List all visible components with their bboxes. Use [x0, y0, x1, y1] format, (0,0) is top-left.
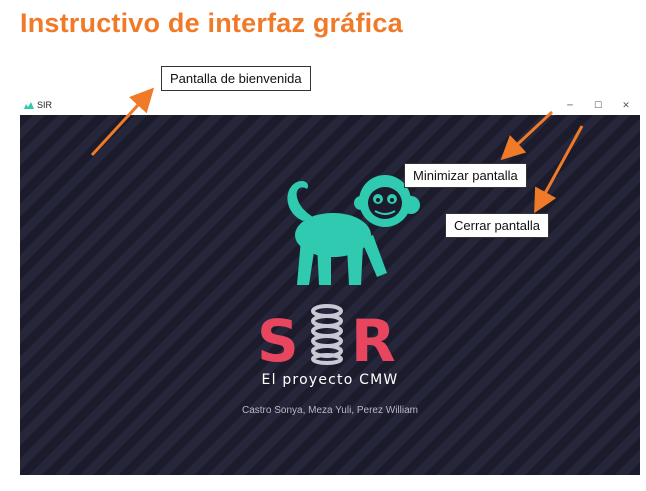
window-titlebar[interactable]: SIR ─ ☐ ✕ — [20, 98, 640, 115]
callout-minimize: Minimizar pantalla — [404, 163, 527, 188]
app-subtitle: El proyecto CMW — [261, 372, 399, 388]
close-button[interactable]: ✕ — [612, 98, 640, 115]
callout-close: Cerrar pantalla — [445, 213, 549, 238]
spring-icon — [311, 304, 343, 365]
svg-text:S: S — [257, 307, 299, 365]
svg-text:R: R — [351, 307, 396, 365]
window-title: SIR — [37, 100, 53, 110]
splash-screen: S R El proyecto CMW Castro Sonya, Meza Y… — [20, 115, 640, 475]
page-title: Instructivo de interfaz gráfica — [20, 8, 403, 38]
app-icon — [24, 102, 34, 109]
sir-logo: S R — [257, 304, 396, 365]
maximize-button[interactable]: ☐ — [584, 98, 612, 115]
app-window: SIR ─ ☐ ✕ S R El proyecto CMW Castro Son… — [20, 98, 640, 475]
callout-welcome: Pantalla de bienvenida — [161, 66, 311, 91]
minimize-button[interactable]: ─ — [556, 98, 584, 115]
monkey-icon — [287, 175, 420, 285]
authors-text: Castro Sonya, Meza Yuli, Perez William — [242, 405, 418, 416]
